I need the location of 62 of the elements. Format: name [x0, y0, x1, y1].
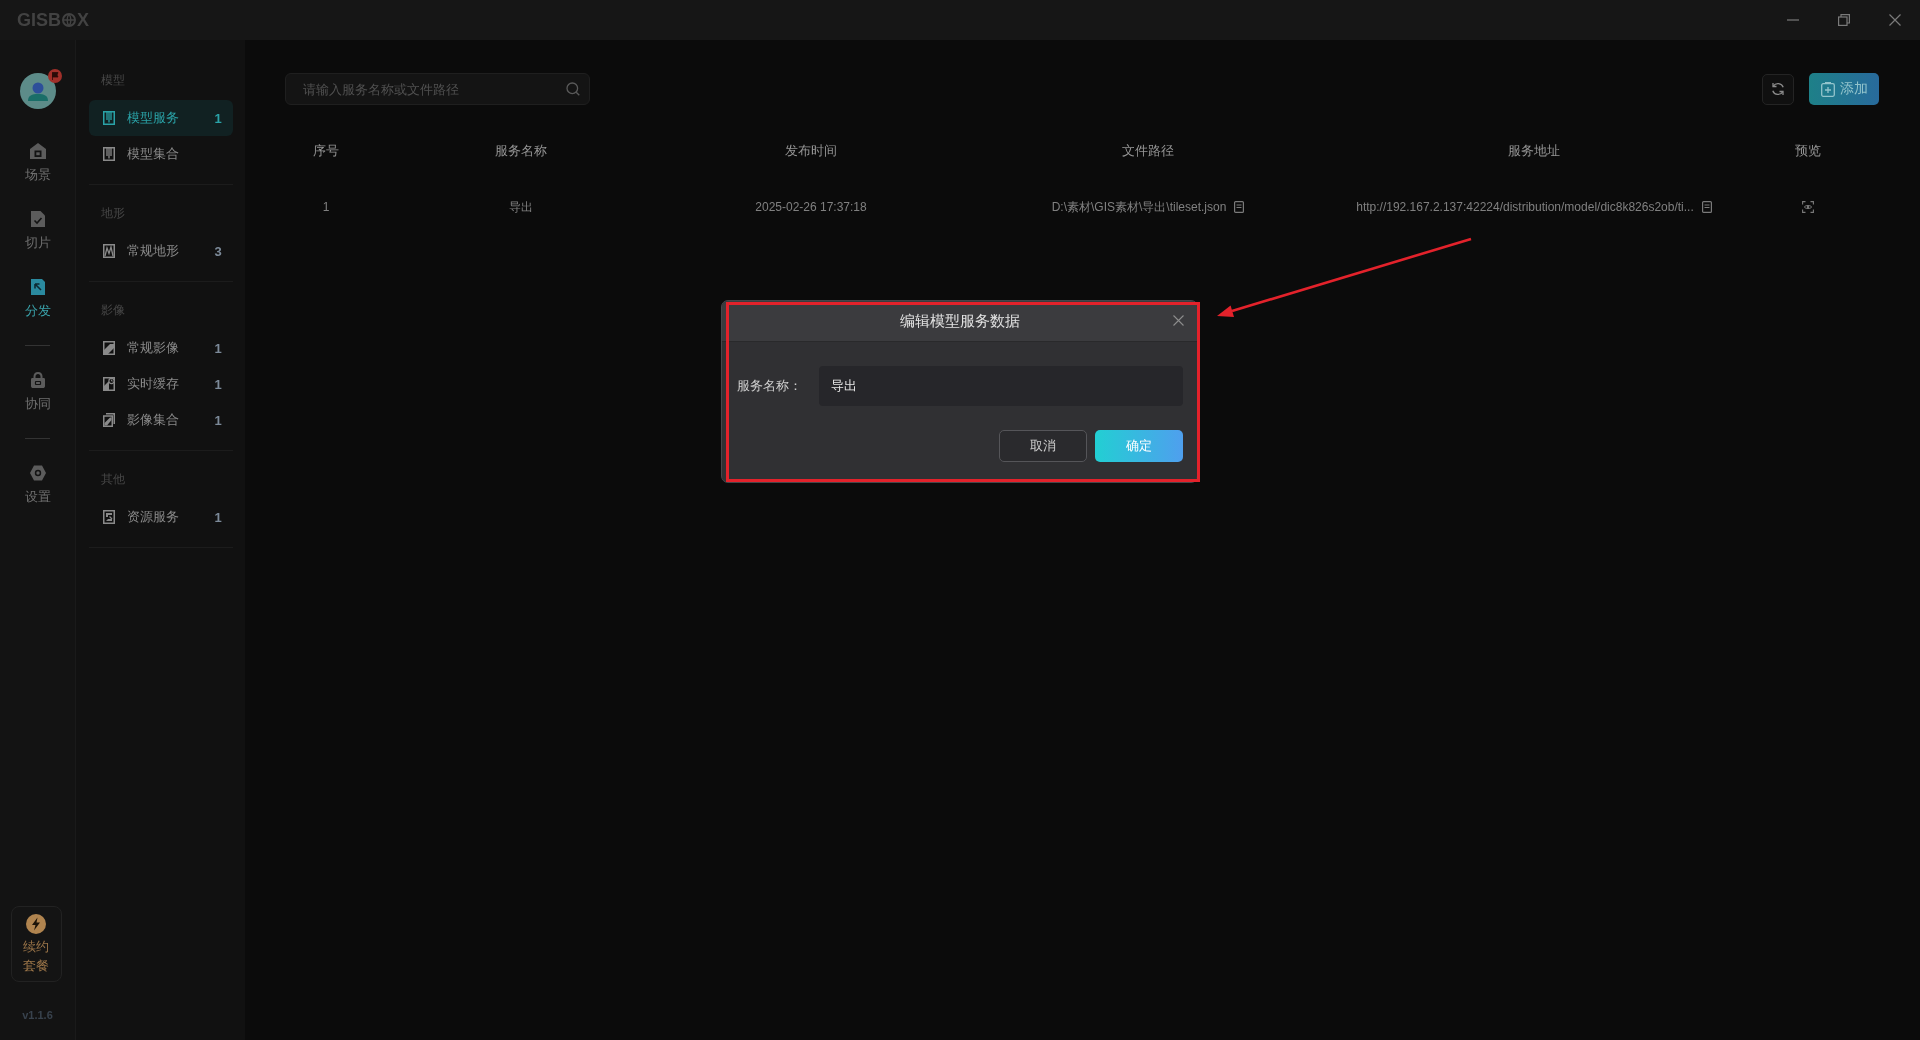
copy-icon[interactable] — [1701, 201, 1712, 213]
input-field[interactable]: 导出 — [819, 366, 1183, 406]
column-header: 发布时间 — [785, 142, 837, 160]
renewal-button[interactable]: 续约套餐 — [10, 906, 62, 982]
close-icon[interactable] — [1889, 14, 1901, 26]
item-count: 1 — [214, 412, 222, 428]
column-header: 服务名称 — [495, 142, 547, 160]
dialog-title: 编辑模型服务数据 — [899, 311, 1020, 331]
bars-frame-icon — [103, 147, 115, 161]
column-header: 预览 — [1795, 142, 1821, 160]
sidebar-item[interactable]: 资源服务 1 — [89, 499, 233, 535]
search-icon[interactable] — [566, 82, 580, 96]
refresh-icon — [1771, 82, 1785, 96]
plus-document-icon — [1820, 81, 1835, 97]
table-cell: D:\素材\GIS素材\导出\tileset.json — [1051, 198, 1227, 216]
lock-icon — [28, 371, 47, 389]
version-text: v1.1.6 — [22, 1008, 53, 1023]
table-cell: http://192.167.2.137:42224/distribution/model/dic8k826s2ob/ti... — [1356, 200, 1694, 214]
item-count: 1 — [214, 376, 222, 392]
mountain-frame-icon — [103, 244, 115, 258]
image-frame-icon — [103, 341, 115, 355]
sidebar-item[interactable]: 模型服务 1 — [89, 100, 233, 136]
lightning-icon — [26, 914, 46, 934]
table-cell: 1 — [322, 200, 330, 214]
document-check-icon — [28, 210, 47, 228]
rail-nav-item[interactable]: 分发 — [7, 278, 68, 319]
add-button[interactable]: 添加 — [1809, 73, 1879, 105]
column-header: 文件路径 — [1122, 142, 1174, 160]
user-avatar[interactable] — [19, 73, 56, 109]
resource-frame-icon — [103, 510, 115, 524]
rail-nav-item[interactable]: 切片 — [7, 210, 68, 251]
refresh-button[interactable] — [1762, 73, 1794, 105]
sidebar-item[interactable]: 模型集合 — [89, 136, 233, 172]
sidebar-item[interactable]: 实时缓存 1 — [89, 366, 233, 402]
document-arrow-icon — [28, 278, 47, 296]
image-clock-icon — [103, 377, 115, 391]
settings-icon — [28, 464, 47, 482]
restore-icon[interactable] — [1838, 14, 1850, 26]
column-header: 服务地址 — [1508, 142, 1560, 160]
table-cell: 2025-02-26 17:37:18 — [755, 200, 867, 214]
rail-nav-item[interactable]: 设置 — [7, 464, 68, 505]
cancel-button[interactable]: 取消 — [999, 430, 1087, 462]
field-label: 服务名称： — [737, 377, 803, 395]
item-count: 1 — [214, 110, 222, 126]
item-count: 3 — [214, 243, 222, 259]
close-icon[interactable] — [1173, 315, 1184, 326]
flag-badge-icon[interactable] — [47, 69, 62, 83]
sidebar-item[interactable]: 常规影像 1 — [89, 330, 233, 366]
copy-icon[interactable] — [1234, 201, 1245, 213]
rail-nav-item[interactable]: 协同 — [7, 371, 68, 412]
bars-frame-icon — [103, 111, 115, 125]
house-icon — [28, 142, 47, 160]
globe-icon — [62, 13, 76, 27]
sidebar-item[interactable]: 常规地形 3 — [89, 233, 233, 269]
item-count: 1 — [214, 340, 222, 356]
table-cell: 导出 — [509, 198, 533, 216]
sidebar-item[interactable]: 影像集合 1 — [89, 402, 233, 438]
image-stack-icon — [103, 413, 115, 427]
preview-icon[interactable] — [1802, 201, 1814, 213]
item-count: 1 — [214, 509, 222, 525]
column-header: 序号 — [313, 142, 339, 160]
rail-nav-item[interactable]: 场景 — [7, 142, 68, 183]
